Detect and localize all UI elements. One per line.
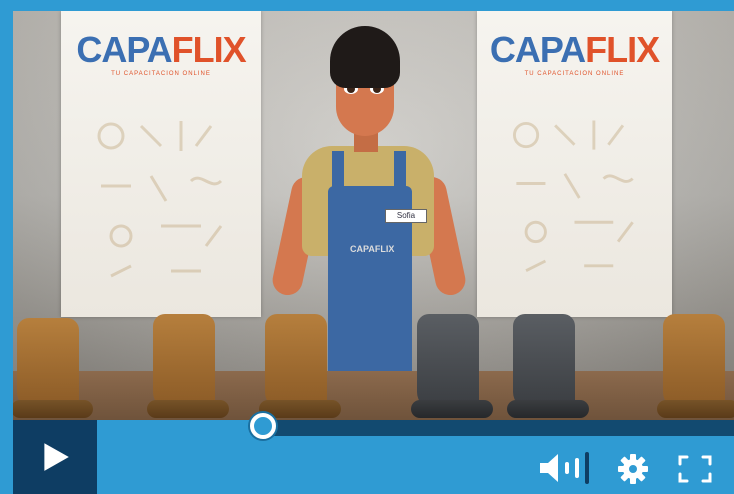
banner-right: CAPAFLIX TU CAPACITACION ONLINE [477, 11, 672, 317]
name-tag: Sofia [385, 209, 427, 223]
fullscreen-icon[interactable] [677, 454, 713, 484]
progress-fill [97, 420, 263, 436]
display-table [13, 371, 734, 420]
video-frame[interactable]: CAPAFLIX TU CAPACITACION ONLINE CAPAFLIX… [13, 11, 734, 420]
control-bar [0, 413, 734, 494]
logo-capa-text: CAPA [76, 29, 172, 70]
logo-flix-text: FLIX [171, 29, 247, 70]
logo-capa-text: CAPA [489, 29, 586, 70]
boot-dark-2 [513, 314, 575, 410]
boot-tan-3 [265, 314, 327, 410]
capaflix-logo-left: CAPAFLIX [61, 29, 261, 71]
logo-flix-text: FLIX [585, 29, 660, 70]
boot-tan-1 [17, 318, 79, 410]
banner-doodles-left [97, 121, 223, 278]
progress-handle[interactable] [249, 413, 276, 439]
progress-bar[interactable] [97, 413, 734, 439]
banner-left: CAPAFLIX TU CAPACITACION ONLINE [61, 11, 261, 317]
hair [330, 26, 400, 88]
boot-tan-2 [153, 314, 215, 410]
logo-tagline-right: TU CAPACITACION ONLINE [524, 71, 625, 77]
logo-tagline-left: TU CAPACITACION ONLINE [111, 71, 211, 77]
banner-doodles-right [512, 120, 634, 272]
gear-icon[interactable] [617, 453, 649, 485]
capaflix-logo-right: CAPAFLIX [477, 29, 672, 71]
video-player: CAPAFLIX TU CAPACITACION ONLINE CAPAFLIX… [0, 0, 734, 494]
overall-logo: CAPAFLIX [350, 244, 395, 254]
volume-icon[interactable] [538, 452, 592, 484]
play-button[interactable] [13, 420, 97, 494]
boot-tan-4 [663, 314, 725, 410]
play-icon [44, 443, 69, 471]
boot-dark-1 [417, 314, 479, 410]
